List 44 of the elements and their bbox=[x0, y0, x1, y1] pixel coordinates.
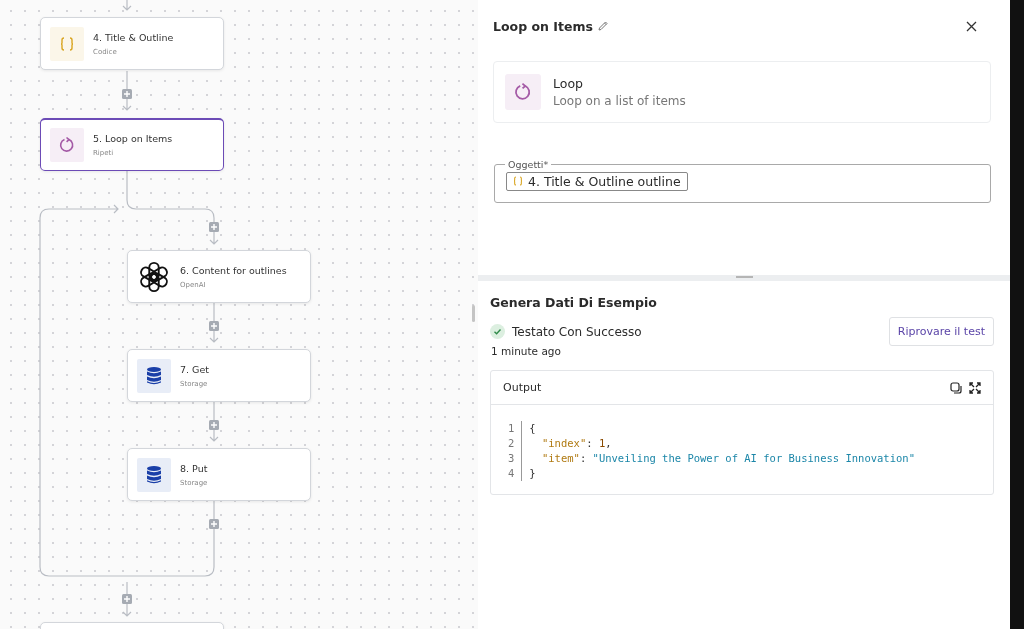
code-line: } bbox=[529, 466, 537, 481]
add-step-button[interactable] bbox=[122, 594, 132, 604]
refresh-icon bbox=[50, 128, 84, 162]
add-step-button[interactable] bbox=[209, 222, 219, 232]
code-line: { bbox=[529, 421, 537, 436]
braces-icon bbox=[50, 26, 84, 61]
step-title: 8. Put bbox=[180, 462, 208, 474]
add-step-button[interactable] bbox=[209, 519, 219, 529]
items-field[interactable]: Oggetti* 4. Title & Outline outline bbox=[494, 159, 991, 203]
add-step-button[interactable] bbox=[209, 321, 219, 331]
add-step-button[interactable] bbox=[122, 89, 132, 99]
step-name: Loop bbox=[553, 76, 584, 91]
database-icon bbox=[137, 358, 171, 393]
step-title: 6. Content for outlines bbox=[180, 264, 287, 276]
database-icon bbox=[137, 457, 171, 492]
add-step-button[interactable] bbox=[209, 420, 219, 430]
copy-icon[interactable] bbox=[950, 381, 962, 394]
line-number: 1 bbox=[508, 421, 515, 436]
code-line: "item": "Unveiling the Power of AI for Business Innovation" bbox=[540, 451, 915, 466]
variable-chip[interactable]: 4. Title & Outline outline bbox=[506, 171, 688, 191]
panel-title: Loop on Items bbox=[493, 18, 593, 34]
line-number: 4 bbox=[508, 466, 515, 481]
check-icon bbox=[490, 324, 505, 339]
line-number: 3 bbox=[508, 451, 515, 466]
step-title: 4. Title & Outline bbox=[93, 31, 174, 43]
code-line: "index": 1, bbox=[540, 436, 613, 451]
braces-icon bbox=[512, 175, 524, 187]
step-title: 7. Get bbox=[180, 363, 209, 375]
resize-handle[interactable] bbox=[472, 305, 475, 322]
close-icon[interactable] bbox=[966, 20, 977, 32]
refresh-icon bbox=[505, 74, 541, 110]
section-heading: Genera Dati Di Esempio bbox=[490, 295, 658, 310]
expand-icon[interactable] bbox=[969, 381, 981, 394]
step-description: Loop on a list of items bbox=[553, 94, 686, 108]
line-number: 2 bbox=[508, 436, 515, 451]
resize-handle[interactable] bbox=[735, 276, 753, 278]
knot-logo-icon bbox=[137, 259, 171, 294]
test-time: 1 minute ago bbox=[491, 345, 562, 357]
step-title: 5. Loop on Items bbox=[93, 133, 173, 144]
retry-test-button[interactable]: Riprovare il test bbox=[888, 317, 994, 346]
pencil-icon[interactable] bbox=[596, 20, 609, 32]
field-label: Oggetti* bbox=[507, 159, 550, 170]
test-status: Testato Con Successo bbox=[512, 324, 642, 339]
output-title: Output bbox=[503, 381, 542, 394]
